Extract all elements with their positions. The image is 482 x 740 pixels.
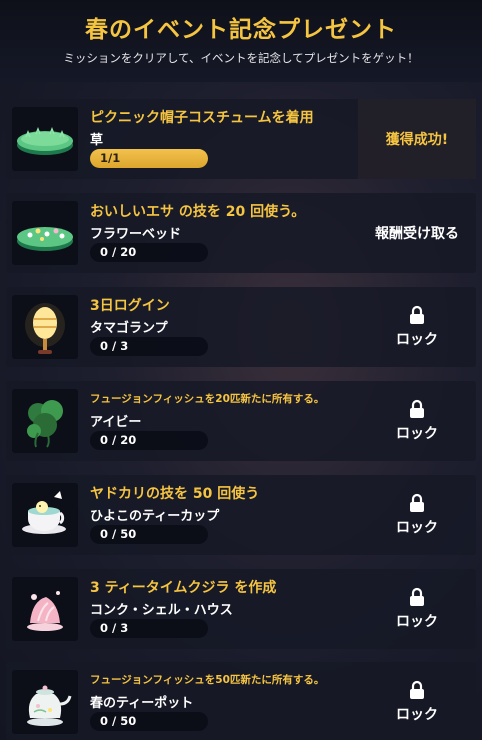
progress-bar: 0 / 50 [90,525,208,544]
status-locked: ロック [358,569,476,649]
mission-row: おいしいエサ の技を 20 回使う。 フラワーベッド 0 / 20 報酬受け取る [6,193,476,273]
mission-row: 3日ログイン タマゴランプ 0 / 3 ロック [6,287,476,367]
ivy-plant-icon [12,389,78,453]
reward-name: 春のティーポット [90,696,194,711]
mission-row: フュージョンフィッシュを20匹新たに所有する。 アイビー 0 / 20 ロック [6,381,476,461]
status-label: 獲得成功! [385,132,449,148]
reward-name: 草 [90,133,104,148]
progress-text: 0 / 50 [100,714,137,728]
progress-bar: 1/1 [90,149,208,168]
lock-icon [410,493,424,512]
progress-text: 1/1 [100,151,121,165]
mission-title: フュージョンフィッシュを50匹新たに所有する。 [90,674,325,686]
reward-name: アイビー [90,415,142,430]
lock-icon [410,305,424,324]
mission-title: ピクニック帽子コスチュームを着用 [90,110,314,126]
grass-patch-icon [12,107,78,171]
mission-title: 3 ティータイムクジラ を作成 [90,580,277,596]
mission-row: フュージョンフィッシュを50匹新たに所有する。 春のティーポット 0 / 50 … [6,662,476,740]
egg-lamp-icon [12,295,78,359]
mission-title: おいしいエサ の技を 20 回使う。 [90,204,306,220]
status-label: ロック [396,332,438,348]
mission-row: ピクニック帽子コスチュームを着用 草 1/1 獲得成功! [6,99,476,179]
status-label: ロック [396,520,438,536]
status-locked: ロック [358,662,476,740]
progress-text: 0 / 20 [100,433,137,447]
claim-reward-button[interactable]: 報酬受け取る [358,193,476,273]
flower-bed-icon [12,201,78,265]
progress-bar: 0 / 20 [90,243,208,262]
progress-text: 0 / 3 [100,621,129,635]
mission-title: 3日ログイン [90,298,170,314]
reward-name: タマゴランプ [90,321,168,336]
chick-teacup-icon [12,483,78,547]
reward-name: コンク・シェル・ハウス [90,603,233,618]
lock-icon [410,587,424,606]
reward-name: ひよこのティーカップ [90,509,220,524]
mission-title: フュージョンフィッシュを20匹新たに所有する。 [90,393,325,405]
progress-bar: 0 / 20 [90,431,208,450]
conch-shell-house-icon [12,577,78,641]
status-completed: 獲得成功! [358,99,476,179]
mission-title: ヤドカリの技を 50 回使う [90,486,260,502]
lock-icon [410,399,424,418]
status-locked: ロック [358,475,476,555]
progress-bar: 0 / 3 [90,619,208,638]
lock-icon [410,680,424,699]
progress-bar: 0 / 3 [90,337,208,356]
progress-text: 0 / 20 [100,245,137,259]
page-subtitle: ミッションをクリアして、イベントを記念してプレゼントをゲット！ [63,51,419,65]
status-label: ロック [396,707,438,723]
reward-name: フラワーベッド [90,227,182,242]
status-label: 報酬受け取る [375,226,459,242]
progress-text: 0 / 50 [100,527,137,541]
header: 春のイベント記念プレゼント ミッションをクリアして、イベントを記念してプレゼント… [0,0,482,82]
status-locked: ロック [358,381,476,461]
progress-text: 0 / 3 [100,339,129,353]
status-label: ロック [396,614,438,630]
page-title: 春のイベント記念プレゼント [85,17,397,43]
status-locked: ロック [358,287,476,367]
progress-bar: 0 / 50 [90,712,208,731]
status-label: ロック [396,426,438,442]
mission-row: ヤドカリの技を 50 回使う ひよこのティーカップ 0 / 50 ロック [6,475,476,555]
mission-row: 3 ティータイムクジラ を作成 コンク・シェル・ハウス 0 / 3 ロック [6,569,476,649]
spring-teapot-icon [12,670,78,734]
